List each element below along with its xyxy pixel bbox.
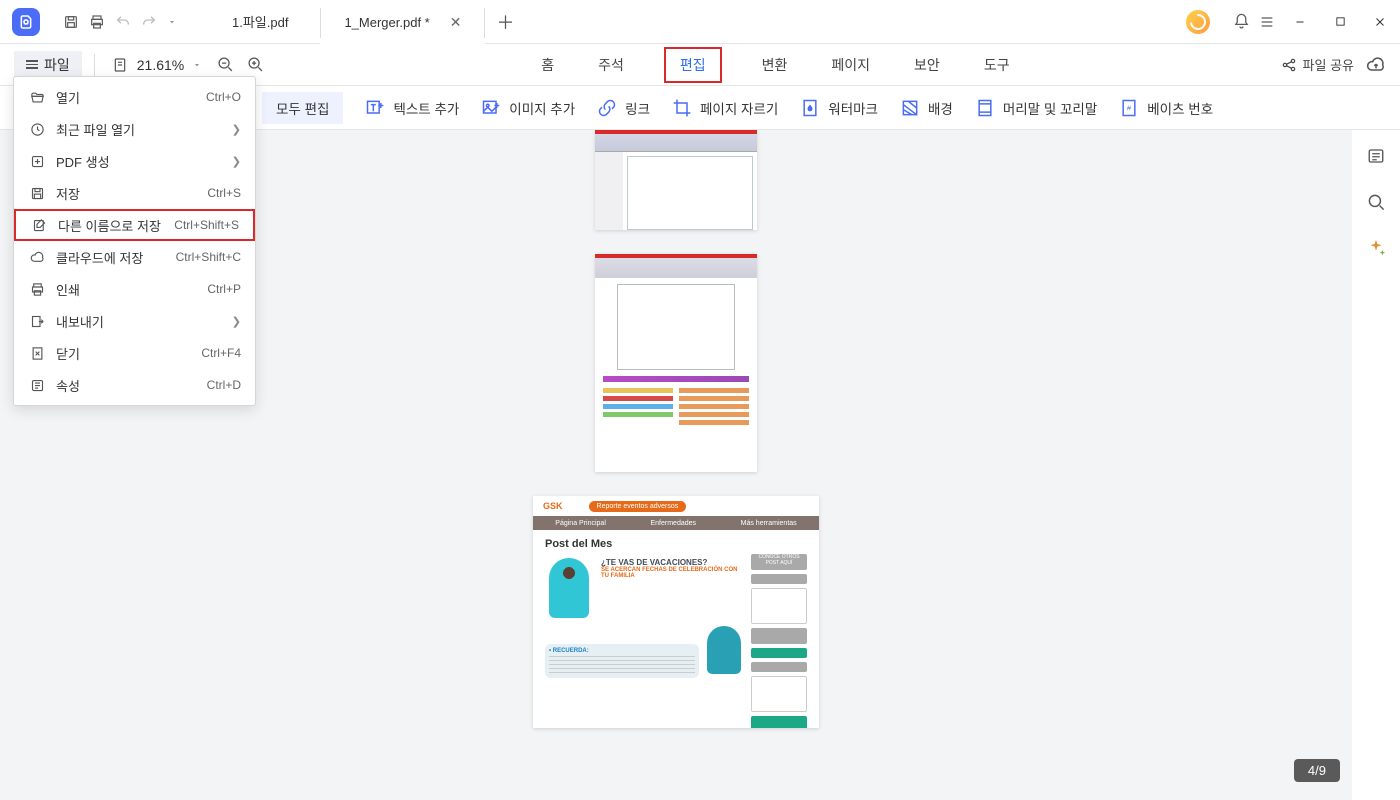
save-icon <box>28 184 46 202</box>
open-icon <box>28 88 46 106</box>
menu-recent[interactable]: 최근 파일 열기 ❯ <box>14 113 255 145</box>
bates-icon: # <box>1119 98 1139 118</box>
crop-button[interactable]: 페이지 자르기 <box>672 98 778 118</box>
tab-edit[interactable]: 편집 <box>664 47 722 83</box>
cloud-icon <box>28 248 46 266</box>
share-button[interactable]: 파일 공유 <box>1281 55 1354 74</box>
search-icon[interactable] <box>1364 190 1388 214</box>
svg-text:#: # <box>1127 103 1132 112</box>
share-label: 파일 공유 <box>1303 55 1354 74</box>
zoom-dropdown-icon[interactable] <box>192 60 202 70</box>
tab-active[interactable]: 1_Merger.pdf * ✕ <box>320 0 485 44</box>
zoom-value: 21.61% <box>133 57 188 73</box>
properties-panel-icon[interactable] <box>1364 144 1388 168</box>
maximize-button[interactable] <box>1320 0 1360 44</box>
tab-tools[interactable]: 도구 <box>980 53 1014 77</box>
crop-icon <box>672 98 692 118</box>
tab-convert[interactable]: 변환 <box>758 53 792 77</box>
watermark-icon <box>800 98 820 118</box>
page-thumbnail[interactable]: GSK Reporte eventos adversos Página Prin… <box>533 496 819 728</box>
cloud-upload-icon[interactable] <box>1364 53 1388 77</box>
menu-save-cloud[interactable]: 클라우드에 저장 Ctrl+Shift+C <box>14 241 255 273</box>
fit-page-icon[interactable] <box>107 57 133 73</box>
print-icon <box>28 280 46 298</box>
image-icon <box>481 98 501 118</box>
file-menu-button[interactable]: 파일 <box>14 51 82 79</box>
minimize-button[interactable] <box>1280 0 1320 44</box>
header-footer-icon <box>975 98 995 118</box>
gsk-logo: GSK <box>543 501 563 511</box>
add-image-button[interactable]: 이미지 추가 <box>481 98 575 118</box>
export-icon <box>28 312 46 330</box>
redo-icon[interactable] <box>136 14 162 30</box>
menu-properties[interactable]: 속성 Ctrl+D <box>14 369 255 401</box>
menu-create-pdf[interactable]: PDF 생성 ❯ <box>14 145 255 177</box>
quickaccess-dropdown-icon[interactable] <box>162 17 182 27</box>
tab-label: 1_Merger.pdf * <box>344 15 429 30</box>
post-heading: Post del Mes <box>533 530 819 554</box>
file-menu: 열기 Ctrl+O 최근 파일 열기 ❯ PDF 생성 ❯ 저장 Ctrl+S … <box>13 76 256 406</box>
page-thumbnail[interactable] <box>595 254 757 472</box>
bell-icon[interactable] <box>1228 13 1254 30</box>
edit-all-label: 모두 편집 <box>276 98 329 118</box>
close-icon[interactable]: ✕ <box>450 14 462 31</box>
background-button[interactable]: 배경 <box>900 98 953 118</box>
properties-icon <box>28 376 46 394</box>
menu-open[interactable]: 열기 Ctrl+O <box>14 81 255 113</box>
clock-icon <box>28 120 46 138</box>
close-window-button[interactable] <box>1360 0 1400 44</box>
header-footer-button[interactable]: 머리말 및 꼬리말 <box>975 98 1097 118</box>
tab-security[interactable]: 보안 <box>910 53 944 77</box>
document-tabs: 1.파일.pdf 1_Merger.pdf * ✕ ＋ <box>200 0 525 43</box>
zoom-in-button[interactable] <box>240 56 270 73</box>
link-icon <box>597 98 617 118</box>
page-thumbnail[interactable] <box>595 130 757 230</box>
undo-icon[interactable] <box>110 14 136 30</box>
edit-all-button[interactable]: 모두 편집 <box>262 92 343 124</box>
tab-inactive[interactable]: 1.파일.pdf <box>200 0 320 44</box>
menu-close[interactable]: 닫기 Ctrl+F4 <box>14 337 255 369</box>
plus-doc-icon <box>28 152 46 170</box>
menu-save[interactable]: 저장 Ctrl+S <box>14 177 255 209</box>
menu-save-as[interactable]: 다른 이름으로 저장 Ctrl+Shift+S <box>14 209 255 241</box>
save-as-icon <box>30 216 48 234</box>
page-indicator: 4/9 <box>1294 759 1340 782</box>
print-icon[interactable] <box>84 14 110 30</box>
background-icon <box>900 98 920 118</box>
app-logo <box>12 8 40 36</box>
brand-icon[interactable] <box>1186 10 1210 34</box>
right-rail <box>1352 130 1400 800</box>
file-label: 파일 <box>44 55 70 75</box>
add-text-button[interactable]: 텍스트 추가 <box>365 98 459 118</box>
zoom-out-button[interactable] <box>210 56 240 73</box>
main-tabs: 홈 주석 편집 변환 페이지 보안 도구 <box>270 47 1280 83</box>
tab-annotate[interactable]: 주석 <box>594 53 628 77</box>
save-icon[interactable] <box>58 14 84 30</box>
bates-button[interactable]: # 베이츠 번호 <box>1119 98 1213 118</box>
chevron-right-icon: ❯ <box>232 315 241 328</box>
menu-icon[interactable] <box>1254 14 1280 30</box>
watermark-button[interactable]: 워터마크 <box>800 98 878 118</box>
tab-home[interactable]: 홈 <box>537 53 558 77</box>
report-pill: Reporte eventos adversos <box>589 501 687 512</box>
ai-sparkle-icon[interactable] <box>1364 236 1388 260</box>
text-icon <box>365 98 385 118</box>
title-bar: 1.파일.pdf 1_Merger.pdf * ✕ ＋ <box>0 0 1400 44</box>
close-doc-icon <box>28 344 46 362</box>
menu-print[interactable]: 인쇄 Ctrl+P <box>14 273 255 305</box>
tab-page[interactable]: 페이지 <box>827 53 874 77</box>
link-button[interactable]: 링크 <box>597 98 650 118</box>
hamburger-icon <box>26 60 38 69</box>
add-tab-button[interactable]: ＋ <box>485 9 525 35</box>
menu-export[interactable]: 내보내기 ❯ <box>14 305 255 337</box>
tab-label: 1.파일.pdf <box>232 12 288 31</box>
chevron-right-icon: ❯ <box>232 123 241 136</box>
chevron-right-icon: ❯ <box>232 155 241 168</box>
